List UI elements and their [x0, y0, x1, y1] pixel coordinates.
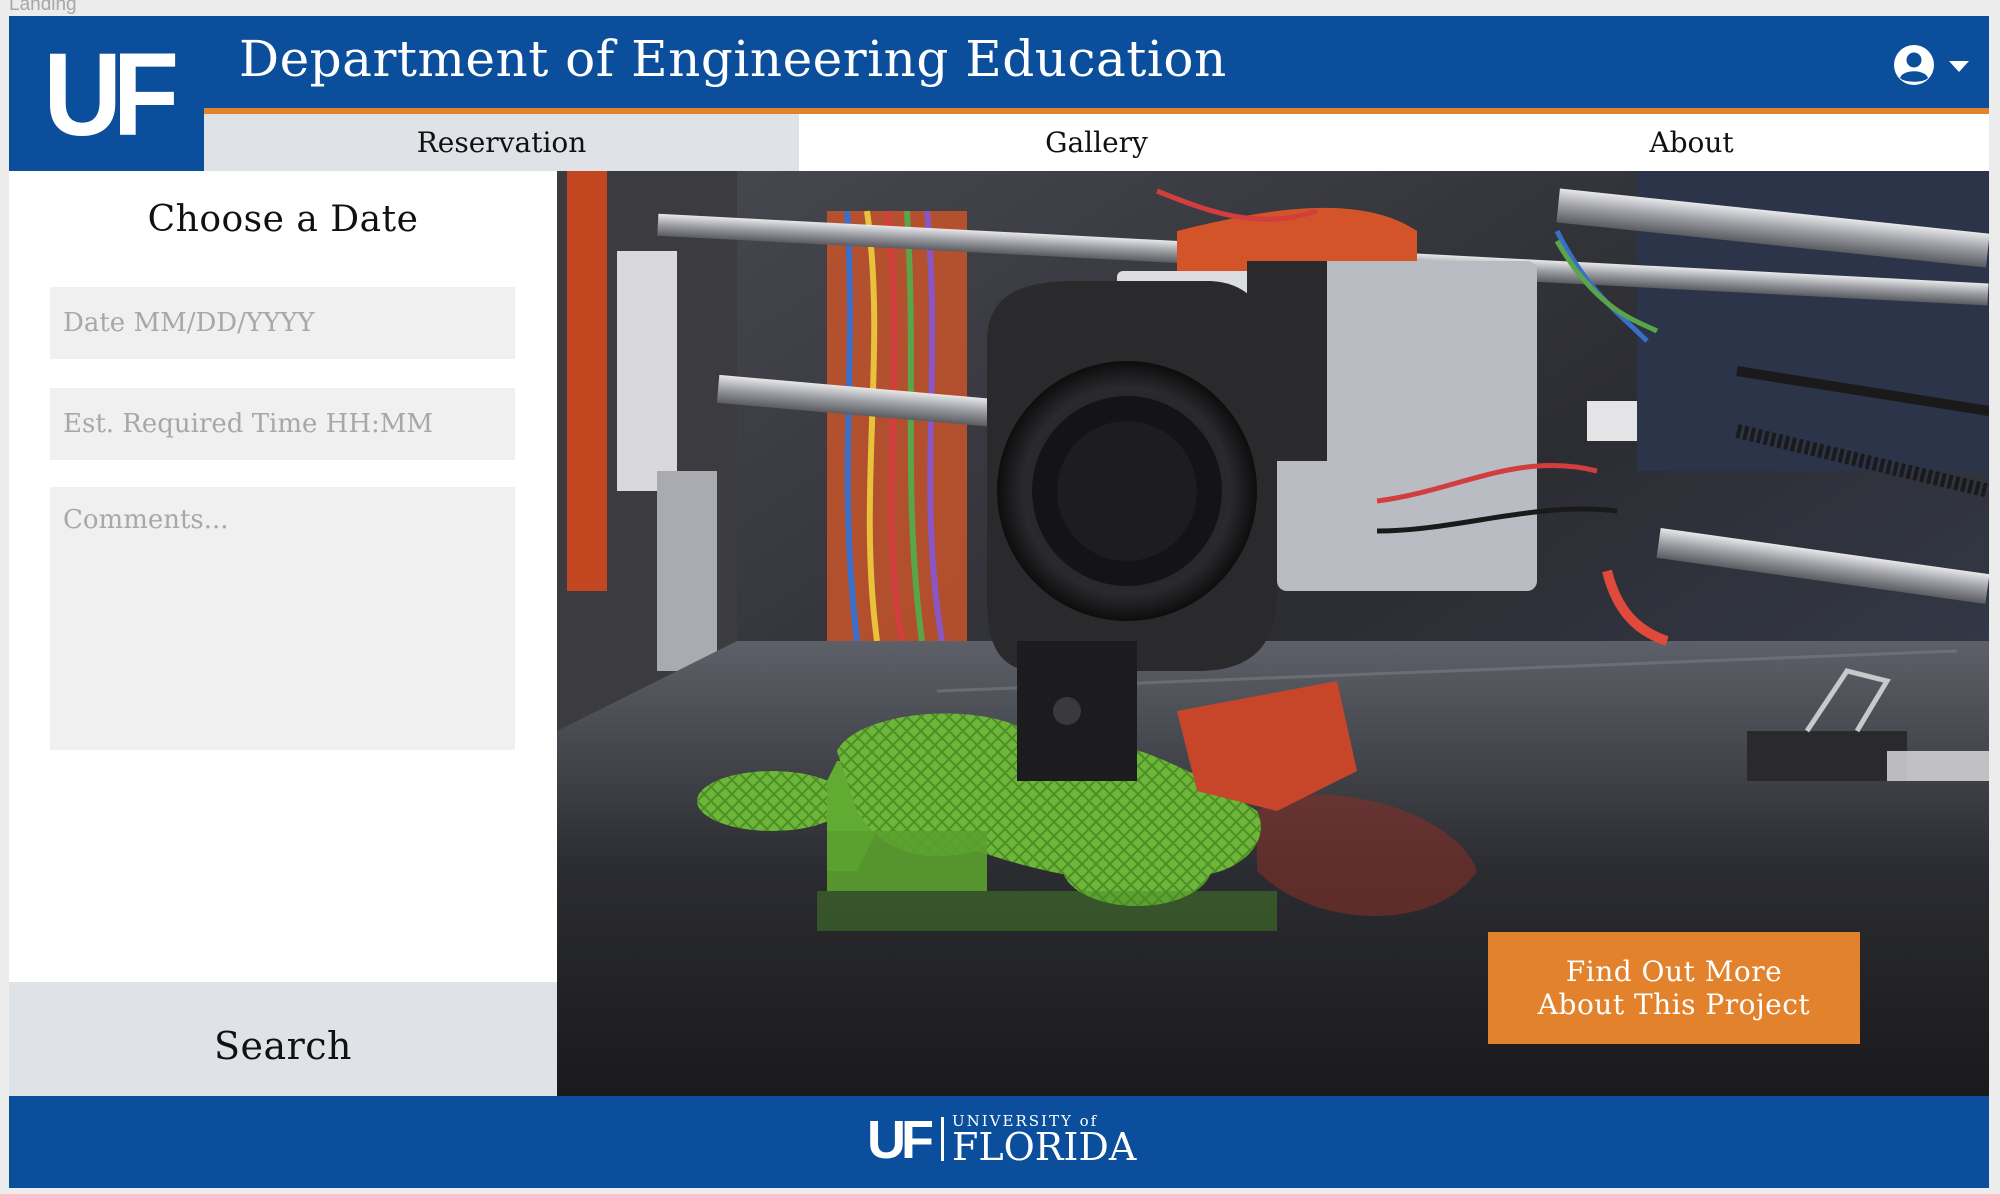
tab-reservation[interactable]: Reservation: [204, 114, 799, 171]
footer-logo-uf: UF: [867, 1110, 934, 1170]
comments-field[interactable]: [50, 487, 515, 750]
frame-label: Landing: [9, 0, 77, 15]
cta-line-1: Find Out More: [1565, 955, 1783, 988]
tab-gallery[interactable]: Gallery: [799, 114, 1394, 171]
site-title: Department of Engineering Education: [239, 30, 1227, 88]
cta-line-2: About This Project: [1537, 988, 1811, 1021]
tab-about[interactable]: About: [1394, 114, 1989, 171]
uf-logo[interactable]: UF: [9, 16, 204, 171]
nav-tabs: Reservation Gallery About: [204, 114, 1989, 171]
hero-image: Find Out More About This Project: [557, 171, 1989, 1096]
search-button[interactable]: Search: [9, 982, 557, 1109]
footer-logo-big: FLORIDA: [951, 1125, 1137, 1169]
caret-down-icon: [1949, 58, 1969, 77]
required-time-field[interactable]: [50, 388, 515, 460]
date-field[interactable]: [50, 287, 515, 359]
footer-bar: UF UNIVERSITY of FLORIDA: [9, 1096, 1989, 1188]
find-out-more-button[interactable]: Find Out More About This Project: [1488, 932, 1860, 1044]
university-of-florida-logo[interactable]: UF UNIVERSITY of FLORIDA: [867, 1110, 1137, 1170]
uf-logo-text: UF: [43, 28, 179, 161]
footer-logo-divider: [940, 1117, 944, 1161]
user-menu[interactable]: [1893, 44, 1969, 90]
reservation-panel: Choose a Date Search: [9, 171, 557, 1109]
header-bar: Department of Engineering Education: [9, 16, 1989, 111]
app-window: Department of Engineering Education UF R…: [9, 16, 1989, 1188]
panel-title: Choose a Date: [147, 199, 419, 240]
footer-logo-words: UNIVERSITY of FLORIDA: [951, 1114, 1137, 1169]
user-circle-icon: [1893, 44, 1935, 90]
